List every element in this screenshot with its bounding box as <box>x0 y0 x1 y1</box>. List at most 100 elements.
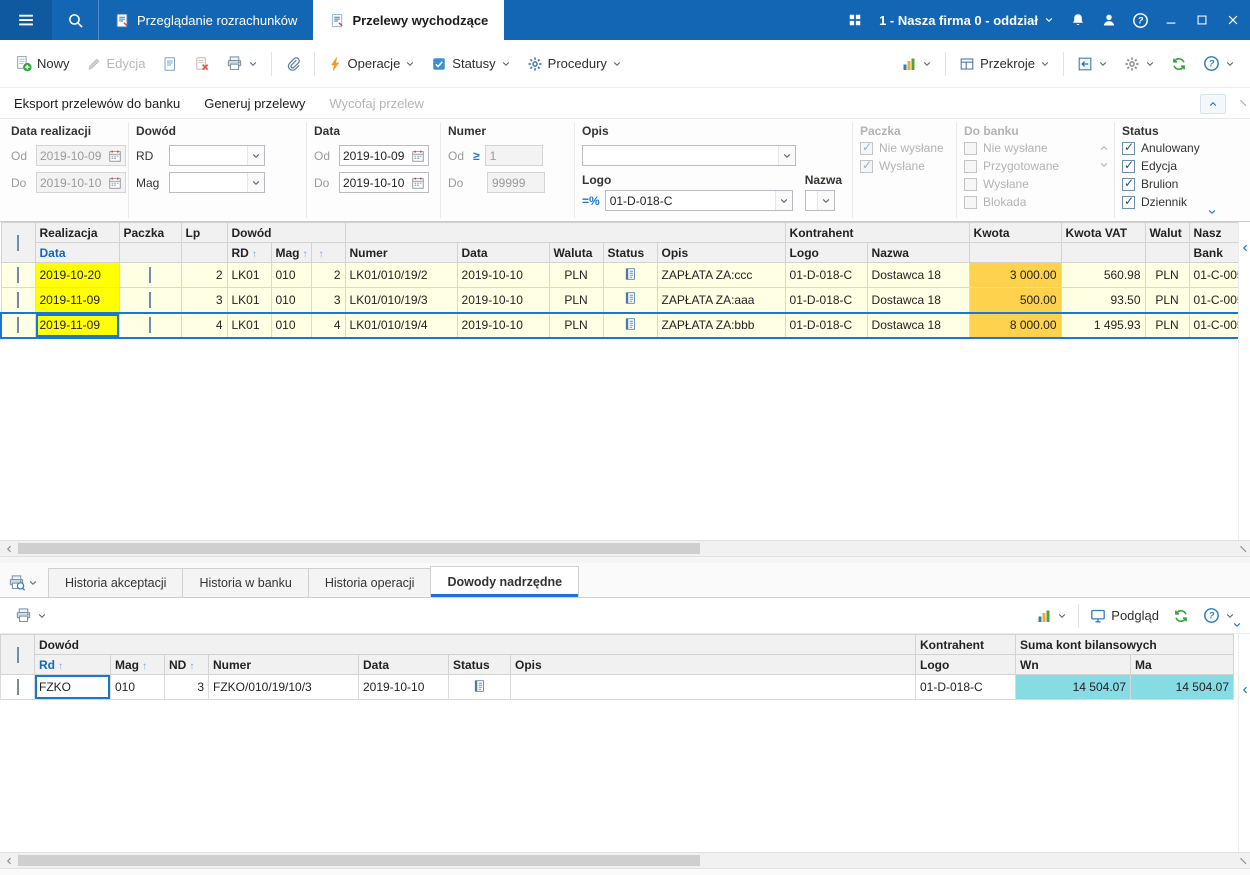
cell-kwota[interactable]: 500.00 <box>969 288 1061 313</box>
data-realizacji-od-input[interactable] <box>36 145 126 166</box>
column-header-logo[interactable]: Logo <box>785 243 867 263</box>
detail-tab-historia-operacji[interactable]: Historia operacji <box>308 568 432 597</box>
cell-data[interactable]: 2019-10-10 <box>457 263 549 288</box>
greater-equal-icon[interactable]: ≥ <box>473 149 480 163</box>
cell-nr[interactable]: 2 <box>311 263 345 288</box>
cell-ma[interactable]: 14 504.07 <box>1131 675 1234 700</box>
company-selector[interactable]: 1 - Nasza firma 0 - oddział <box>871 0 1062 40</box>
column-header-wn[interactable]: Wn <box>1016 655 1131 675</box>
data-do-input[interactable] <box>339 172 429 193</box>
cell-logo[interactable]: 01-D-018-C <box>916 675 1016 700</box>
cell-nazwa[interactable]: Dostawca 18 <box>867 288 969 313</box>
combo-dropdown-button[interactable] <box>247 146 264 165</box>
row-checkbox[interactable] <box>1 675 35 700</box>
checkbox-option-anulowany[interactable]: Anulowany <box>1122 139 1220 157</box>
search-button[interactable] <box>52 0 98 40</box>
cell-numer[interactable]: LK01/010/19/4 <box>345 313 457 338</box>
cell-walut[interactable]: PLN <box>1145 288 1189 313</box>
statuses-menu-button[interactable]: Statusy <box>424 48 517 80</box>
filter-collapse-button[interactable] <box>1200 94 1226 114</box>
column-header-mag[interactable]: Mag↑ <box>111 655 165 675</box>
checkbox[interactable] <box>1122 196 1135 209</box>
dowod-rd-select[interactable] <box>169 145 265 166</box>
cell-wn[interactable]: 14 504.07 <box>1016 675 1131 700</box>
cell-kwota[interactable]: 3 000.00 <box>969 263 1061 288</box>
cell-nazwa[interactable]: Dostawca 18 <box>867 313 969 338</box>
nazwa-select[interactable] <box>805 190 835 211</box>
opis-select[interactable] <box>582 145 796 166</box>
calendar-icon[interactable] <box>411 149 425 163</box>
bottom-grid-collapse-button[interactable] <box>1240 678 1250 702</box>
cell-data[interactable]: 2019-10-10 <box>457 288 549 313</box>
cell-bank[interactable]: 01-C-005 <box>1189 313 1238 338</box>
cell-logo[interactable]: 01-D-018-C <box>785 313 867 338</box>
side-panel-button[interactable] <box>1070 48 1115 80</box>
detail-print-button[interactable] <box>8 600 54 632</box>
cell-opis[interactable]: ZAPŁATA ZA:bbb <box>657 313 785 338</box>
preview-document-button[interactable] <box>155 48 185 80</box>
detail-collapse-button[interactable] <box>1232 619 1242 633</box>
scroll-left-button[interactable] <box>0 853 17 868</box>
user-button[interactable] <box>1094 0 1124 40</box>
date-value-input[interactable] <box>343 176 409 190</box>
cell-rd[interactable]: LK01 <box>227 288 271 313</box>
column-header-numer[interactable]: Numer <box>209 655 359 675</box>
checkbox[interactable] <box>17 647 19 663</box>
cell-data[interactable]: 2019-10-10 <box>457 313 549 338</box>
cell-bank[interactable]: 01-C-005 <box>1189 263 1238 288</box>
cell-paczka[interactable] <box>119 263 181 288</box>
generate-transfers-button[interactable]: Generuj przelewy <box>192 88 317 118</box>
row-paczka-checkbox[interactable] <box>149 267 151 283</box>
combo-dropdown-button[interactable] <box>817 191 834 210</box>
detail-tab-dowody-nadrzędne[interactable]: Dowody nadrzędne <box>430 566 579 597</box>
new-button[interactable]: Nowy <box>8 48 77 80</box>
cell-realizacja[interactable]: 2019-11-09 <box>35 313 119 338</box>
preview-button[interactable]: Podgląd <box>1083 600 1166 632</box>
column-header-data[interactable]: Data <box>457 243 549 263</box>
checkbox[interactable] <box>1122 178 1135 191</box>
cell-status[interactable] <box>603 288 657 313</box>
scrollbar-thumb[interactable] <box>18 543 700 554</box>
column-header-paczka[interactable] <box>119 243 181 263</box>
column-header-logo[interactable]: Logo <box>916 655 1016 675</box>
cell-nr[interactable]: 4 <box>311 313 345 338</box>
detail-chart-button[interactable] <box>1029 600 1074 632</box>
print-button[interactable] <box>219 48 265 80</box>
main-grid-collapse-button[interactable] <box>1240 236 1250 260</box>
column-header-opis[interactable]: Opis <box>511 655 916 675</box>
data-realizacji-do-input[interactable] <box>36 172 126 193</box>
cell-nd[interactable]: 3 <box>165 675 209 700</box>
cell-realizacja[interactable]: 2019-10-20 <box>35 263 119 288</box>
calendar-icon[interactable] <box>108 149 122 163</box>
checkbox-option-brulion[interactable]: Brulion <box>1122 175 1220 193</box>
scroll-left-button[interactable] <box>0 541 17 556</box>
cell-mag[interactable]: 010 <box>111 675 165 700</box>
cell-waluta[interactable]: PLN <box>549 288 603 313</box>
column-header-status[interactable]: Status <box>449 655 511 675</box>
cell-kwota_vat[interactable]: 560.98 <box>1061 263 1145 288</box>
cell-lp[interactable]: 2 <box>181 263 227 288</box>
chart-button[interactable] <box>894 48 939 80</box>
cell-bank[interactable]: 01-C-005 <box>1189 288 1238 313</box>
cell-mag[interactable]: 010 <box>271 313 311 338</box>
scrollbar-thumb[interactable] <box>18 855 700 866</box>
checkbox[interactable] <box>1122 142 1135 155</box>
main-menu-button[interactable] <box>0 0 52 40</box>
data-od-input[interactable] <box>339 145 429 166</box>
column-header-ma[interactable]: Ma <box>1131 655 1234 675</box>
detail-tab-historia-w-banku[interactable]: Historia w banku <box>182 568 308 597</box>
cell-mag[interactable]: 010 <box>271 288 311 313</box>
help-menu-button[interactable]: ? <box>1196 48 1242 80</box>
attachments-button[interactable] <box>278 48 308 80</box>
transfer-row[interactable]: 2019-11-094LK010104LK01/010/19/42019-10-… <box>1 313 1238 338</box>
operations-menu-button[interactable]: Operacje <box>321 48 423 80</box>
transfer-row[interactable]: 2019-11-093LK010103LK01/010/19/32019-10-… <box>1 288 1238 313</box>
column-header-bank[interactable]: Bank <box>1189 243 1238 263</box>
cell-rd[interactable]: LK01 <box>227 313 271 338</box>
settings-button[interactable] <box>1117 48 1162 80</box>
row-checkbox[interactable] <box>1 313 35 338</box>
combo-dropdown-button[interactable] <box>247 173 264 192</box>
date-value-input[interactable] <box>343 149 409 163</box>
column-header-nr[interactable]: ↑ <box>311 243 345 263</box>
cell-data[interactable]: 2019-10-10 <box>359 675 449 700</box>
